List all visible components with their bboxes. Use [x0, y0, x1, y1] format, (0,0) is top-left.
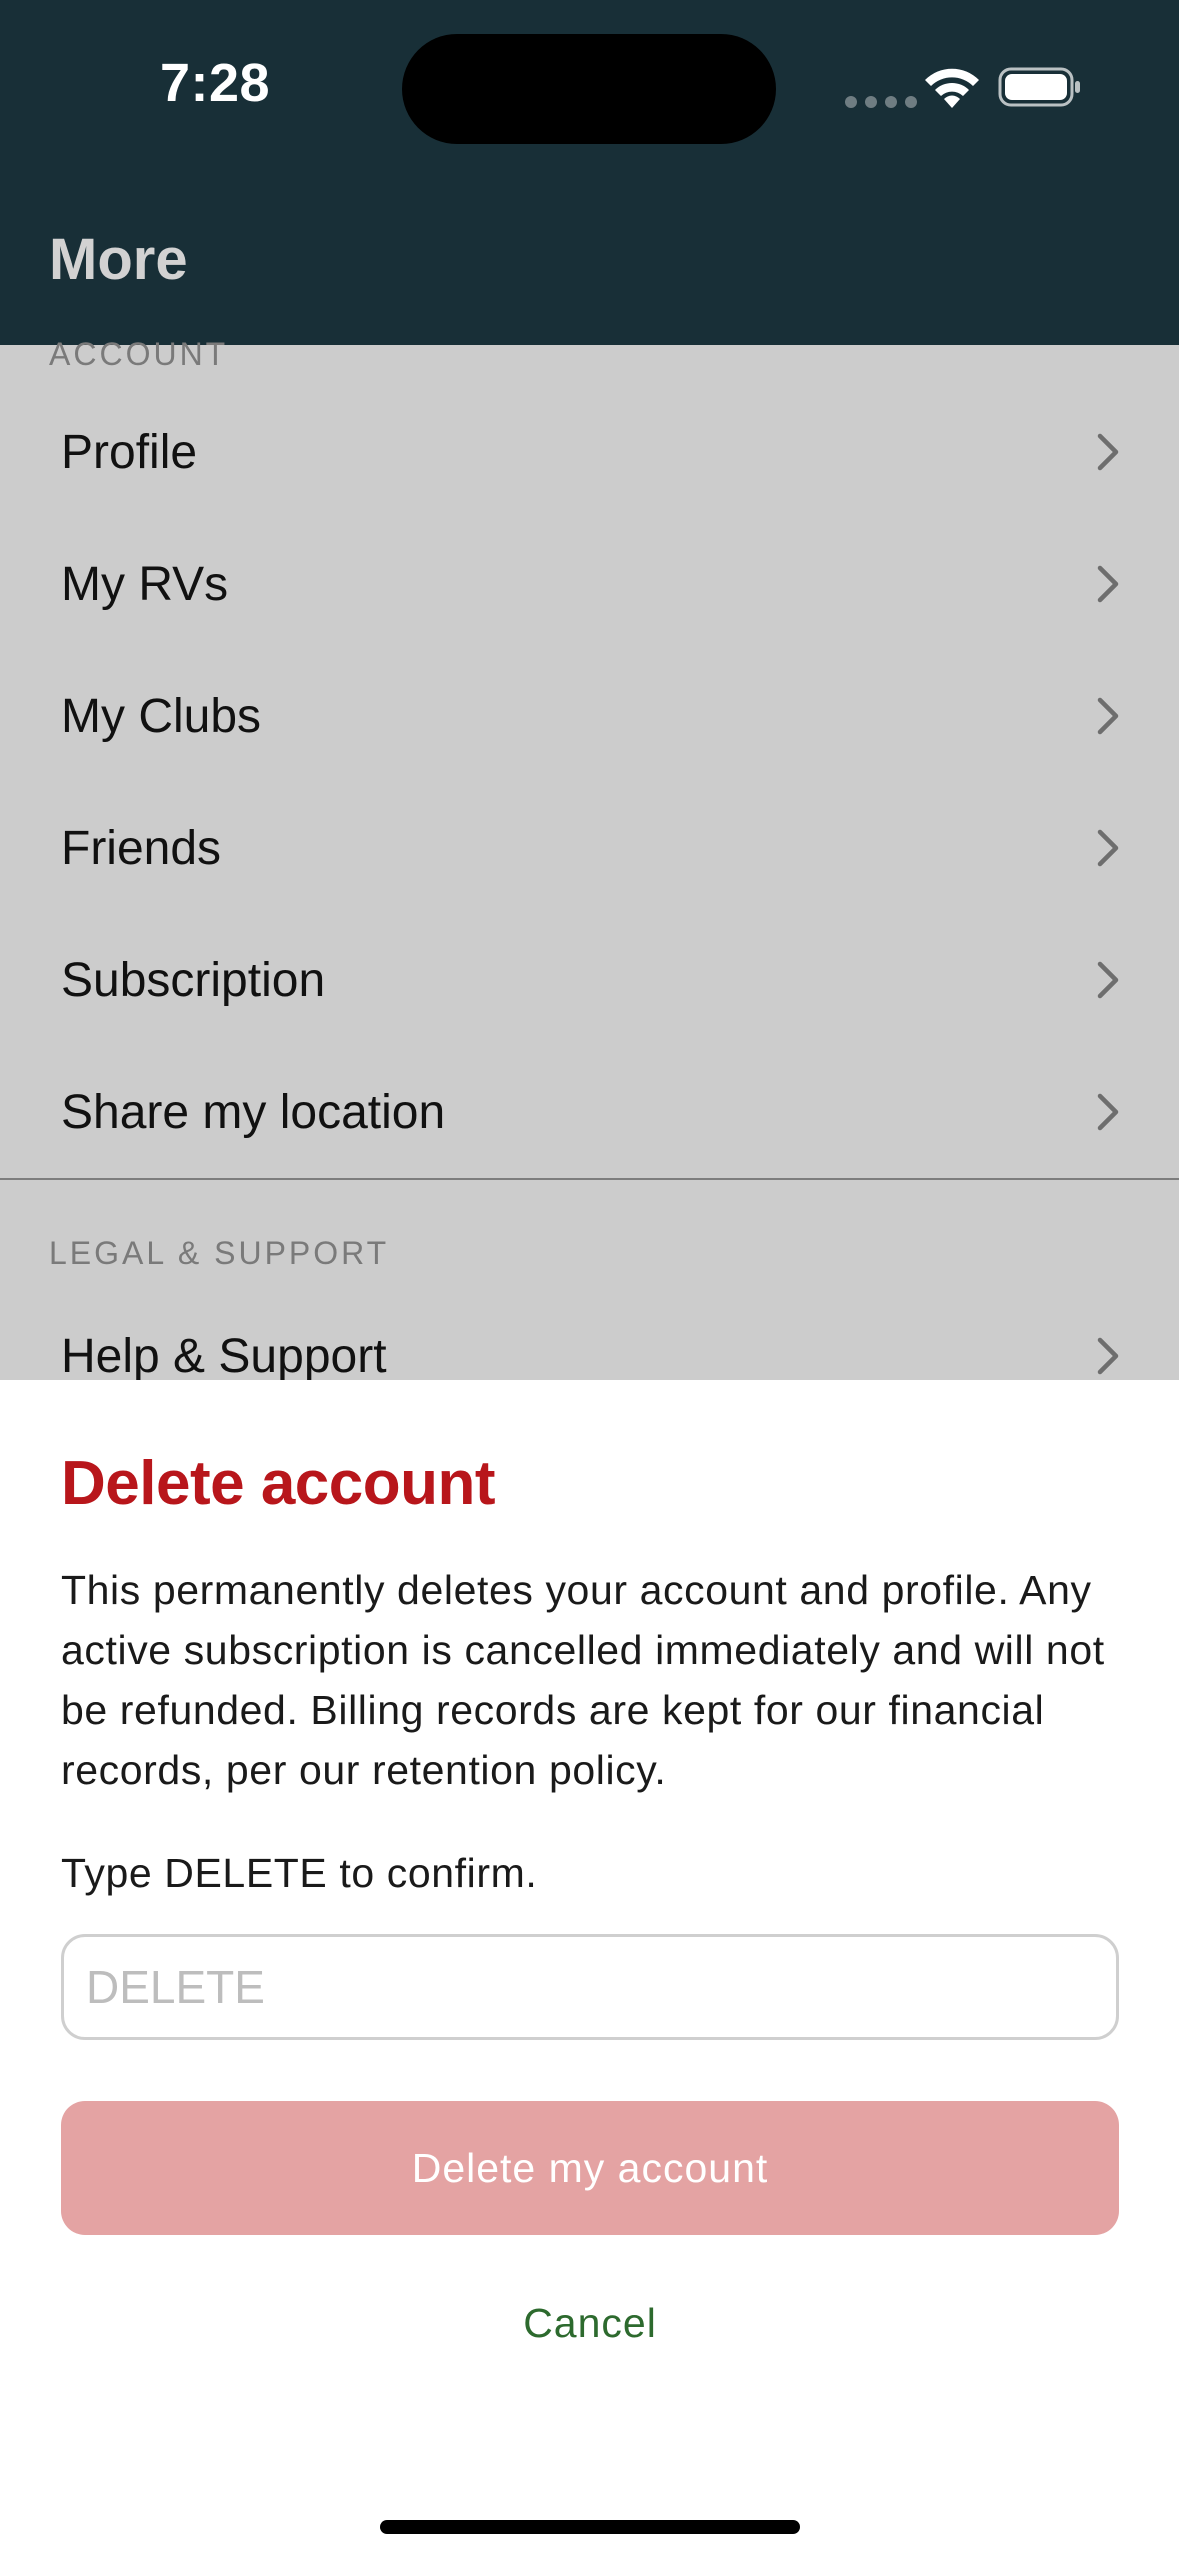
list-item-label: Friends	[61, 821, 222, 875]
list-item-label: Subscription	[61, 953, 326, 1007]
list-item-my-rvs[interactable]: My RVs	[0, 518, 1179, 650]
dynamic-island	[402, 34, 776, 144]
list-item-share-location[interactable]: Share my location	[0, 1046, 1179, 1178]
sheet-title: Delete account	[61, 1449, 496, 1518]
list-item-subscription[interactable]: Subscription	[0, 914, 1179, 1046]
delete-confirm-input[interactable]	[61, 1934, 1119, 2040]
home-indicator	[380, 2520, 800, 2534]
list-item-label: My RVs	[61, 557, 229, 611]
delete-account-button[interactable]: Delete my account	[61, 2101, 1119, 2235]
wifi-icon	[925, 68, 979, 108]
list-item-my-clubs[interactable]: My Clubs	[0, 650, 1179, 782]
list-item-friends[interactable]: Friends	[0, 782, 1179, 914]
status-time: 7:28	[160, 53, 271, 113]
sheet-description: This permanently deletes your account an…	[61, 1567, 1105, 1793]
chevron-right-icon	[1097, 829, 1119, 867]
confirm-instruction: Type DELETE to confirm.	[61, 1850, 538, 1896]
delete-account-sheet: Delete account This permanently deletes …	[0, 1380, 1179, 2556]
list-item-label: Help & Support	[61, 1329, 387, 1383]
chevron-right-icon	[1097, 697, 1119, 735]
cellular-signal-icon	[845, 96, 917, 108]
chevron-right-icon	[1097, 433, 1119, 471]
page-title: More	[49, 227, 188, 292]
chevron-right-icon	[1097, 1093, 1119, 1131]
list-item-profile[interactable]: Profile	[0, 386, 1179, 518]
cancel-button[interactable]: Cancel	[440, 2278, 740, 2368]
list-item-label: Share my location	[61, 1085, 446, 1139]
list-item-label: My Clubs	[61, 689, 262, 743]
section-label-account: ACCOUNT	[49, 336, 229, 366]
section-label-legal: LEGAL & SUPPORT	[49, 1235, 390, 1271]
chevron-right-icon	[1097, 1337, 1119, 1375]
section-divider	[0, 1178, 1179, 1180]
chevron-right-icon	[1097, 961, 1119, 999]
chevron-right-icon	[1097, 565, 1119, 603]
battery-icon	[998, 67, 1080, 107]
list-item-label: Profile	[61, 425, 198, 479]
nav-header: 7:28 More	[0, 0, 1179, 345]
